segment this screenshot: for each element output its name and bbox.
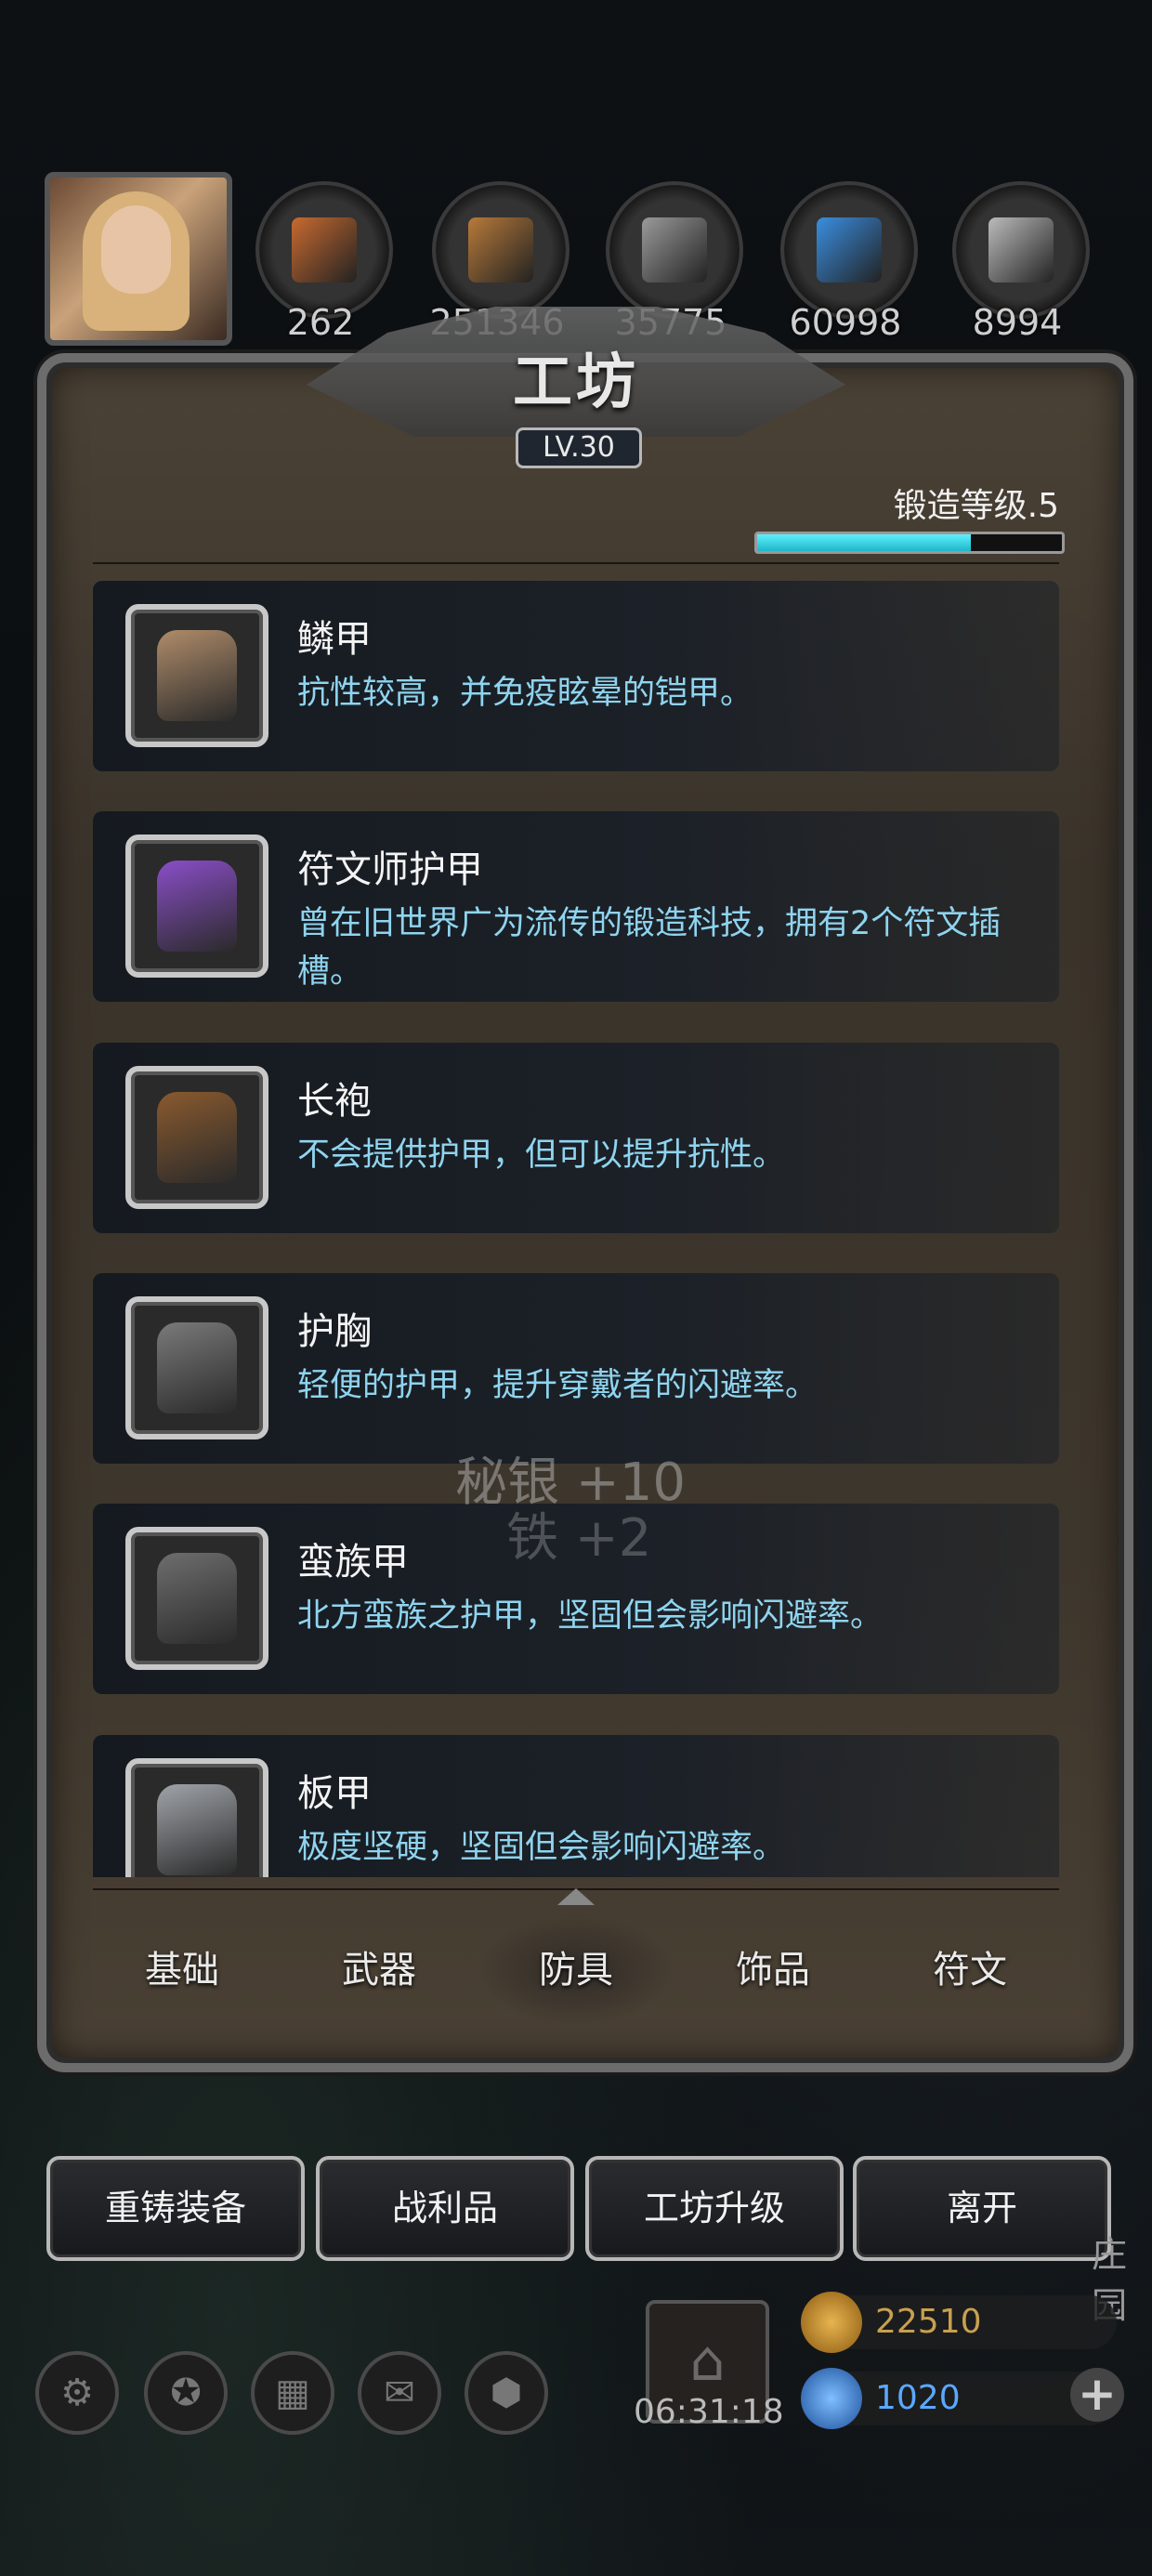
resource-slot-4[interactable]	[780, 181, 918, 319]
tab-runes[interactable]: 符文	[871, 1914, 1068, 2026]
divider	[93, 562, 1059, 564]
blue-gem-icon	[801, 2368, 862, 2429]
gem-counter: 1020	[801, 2368, 1117, 2429]
list-item[interactable]: 符文师护甲 曾在旧世界广为流传的锻造科技，拥有2个符文插槽。	[93, 811, 1059, 1002]
item-slot	[125, 1527, 268, 1670]
tab-accessories[interactable]: 饰品	[674, 1914, 871, 2026]
item-desc: 不会提供护甲，但可以提升抗性。	[297, 1137, 786, 1174]
portrait-face	[101, 205, 171, 294]
item-desc: 北方蛮族之护甲，坚固但会影响闪避率。	[297, 1597, 884, 1635]
gold-coin-icon	[801, 2292, 862, 2353]
resource-slot-2[interactable]	[432, 181, 569, 319]
upgrade-workshop-button[interactable]: 工坊升级	[585, 2156, 844, 2261]
crystal-icon	[817, 217, 882, 283]
item-name: 鳞甲	[297, 618, 372, 661]
list-item[interactable]: 鳞甲 抗性较高，并免疫眩晕的铠甲。	[93, 581, 1059, 771]
runesmith-armor-icon	[157, 861, 237, 952]
armor-list[interactable]: 鳞甲 抗性较高，并免疫眩晕的铠甲。 符文师护甲 曾在旧世界广为流传的锻造科技，拥…	[93, 581, 1059, 1877]
add-currency-button[interactable]: +	[1070, 2368, 1124, 2422]
item-name: 板甲	[297, 1772, 372, 1815]
item-slot	[125, 1066, 268, 1209]
item-slot	[125, 1758, 268, 1877]
item-slot	[125, 835, 268, 978]
item-slot	[125, 1296, 268, 1439]
chest-icon[interactable]: ⬢	[465, 2351, 548, 2435]
tab-weapons[interactable]: 武器	[281, 1914, 478, 2026]
gem-orange-icon	[292, 217, 357, 283]
forge-progress-fill	[757, 534, 971, 551]
forge-progress-bar	[754, 532, 1065, 554]
item-slot	[125, 604, 268, 747]
gold-counter: 22510	[801, 2292, 1117, 2353]
loot-button[interactable]: 战利品	[316, 2156, 574, 2261]
tab-armor[interactable]: 防具	[478, 1914, 674, 2026]
wood-icon	[468, 217, 533, 283]
gold-value: 22510	[875, 2303, 982, 2341]
tab-basic[interactable]: 基础	[84, 1914, 281, 2026]
item-desc: 极度坚硬，坚固但会影响闪避率。	[297, 1829, 786, 1866]
scale-armor-icon	[157, 630, 237, 721]
reforge-button[interactable]: 重铸装备	[46, 2156, 305, 2261]
plate-armor-icon	[157, 1784, 237, 1875]
level-badge: LV.30	[516, 427, 642, 468]
item-name: 长袍	[297, 1080, 372, 1123]
list-item[interactable]: 板甲 极度坚硬，坚固但会影响闪避率。	[93, 1735, 1059, 1877]
reward-popup-line2: 铁 +2	[506, 1508, 652, 1569]
robe-icon	[157, 1092, 237, 1183]
panel-title: 工坊	[513, 348, 639, 417]
hero-portrait[interactable]	[45, 172, 232, 346]
iron-icon	[642, 217, 707, 283]
item-desc: 曾在旧世界广为流传的锻造科技，拥有2个符文插槽。	[297, 905, 1001, 991]
resource-slot-5[interactable]	[952, 181, 1090, 319]
gem-value: 1020	[875, 2379, 961, 2417]
forge-level-label: 锻造等级.5	[893, 487, 1059, 525]
item-desc: 轻便的护甲，提升穿戴者的闪避率。	[297, 1367, 818, 1404]
item-name: 蛮族甲	[297, 1541, 409, 1584]
list-item[interactable]: 护胸 轻便的护甲，提升穿戴者的闪避率。	[93, 1273, 1059, 1464]
item-desc: 抗性较高，并免疫眩晕的铠甲。	[297, 675, 753, 712]
gift-timer: 06:31:18	[634, 2393, 784, 2431]
item-name: 护胸	[297, 1310, 372, 1353]
chevron-up-icon	[557, 1886, 595, 1905]
book-icon[interactable]: ▦	[251, 2351, 334, 2435]
list-item[interactable]: 长袍 不会提供护甲，但可以提升抗性。	[93, 1043, 1059, 1233]
resource-slot-3[interactable]	[606, 181, 743, 319]
settings-icon[interactable]: ⚙	[35, 2351, 119, 2435]
mail-icon[interactable]: ✉	[358, 2351, 441, 2435]
star-icon[interactable]: ✪	[144, 2351, 228, 2435]
category-tabs: 基础 武器 防具 饰品 符文	[84, 1914, 1068, 2026]
leave-button[interactable]: 离开	[853, 2156, 1111, 2261]
item-name: 符文师护甲	[297, 848, 483, 891]
barbarian-armor-icon	[157, 1553, 237, 1644]
steel-icon	[988, 217, 1054, 283]
resource-slot-1[interactable]	[255, 181, 393, 319]
breastplate-icon	[157, 1322, 237, 1413]
